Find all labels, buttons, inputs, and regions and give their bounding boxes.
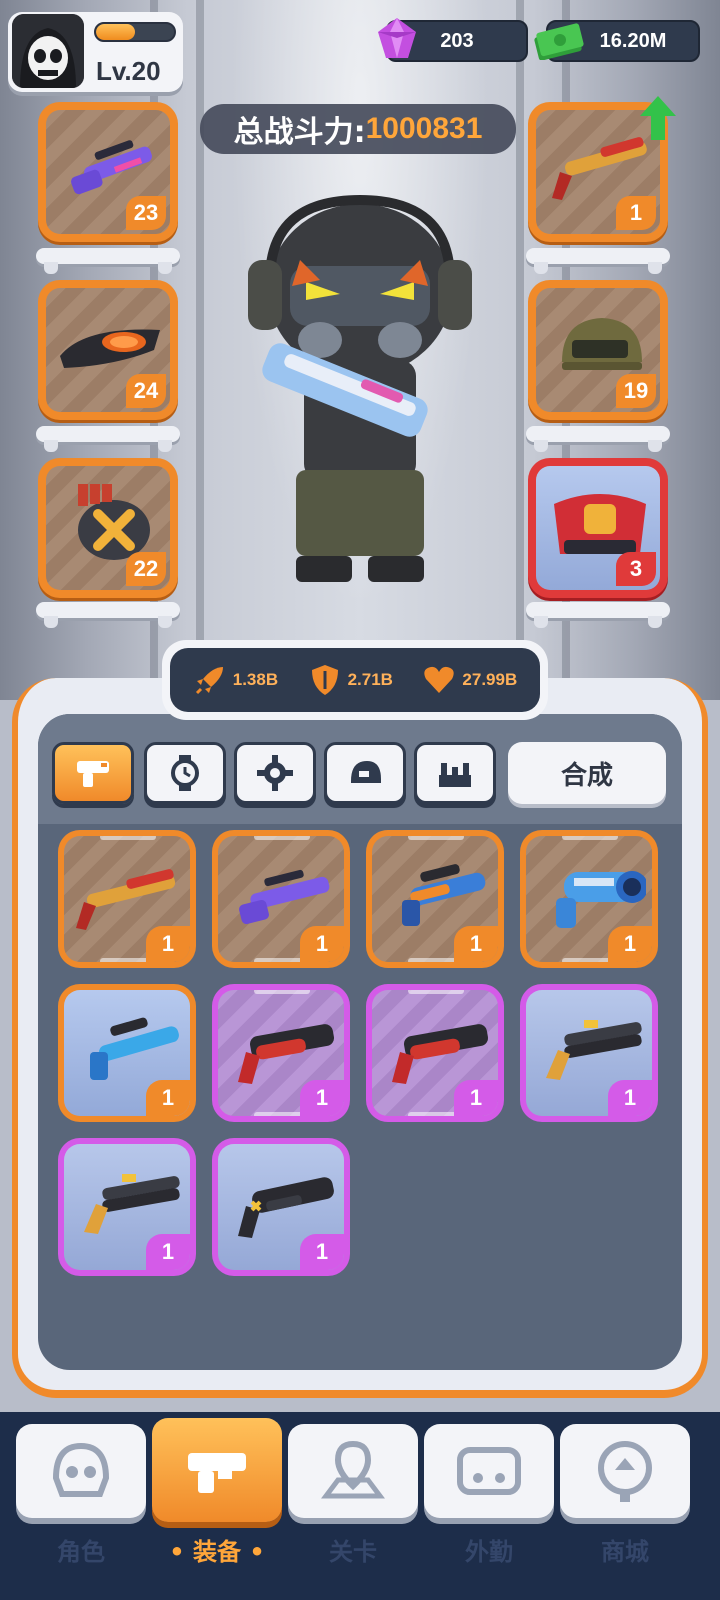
shield-icon	[311, 665, 338, 695]
item-count: 1	[300, 926, 344, 962]
equipped-slot-ammo[interactable]: 22	[38, 458, 178, 598]
armor-icon	[439, 763, 471, 787]
nav-label-field: 外勤	[465, 1538, 513, 1566]
equipped-count: 3	[616, 552, 656, 586]
controller-icon	[457, 1447, 521, 1495]
tab-watch[interactable]	[144, 742, 226, 804]
health-stat: 27.99B	[422, 663, 517, 697]
gold-double-barrel-icon	[84, 1174, 180, 1234]
player-badge[interactable]: Lv.20	[8, 12, 183, 92]
power-label: 总战斗力:	[233, 115, 366, 150]
orange-blaster-icon	[402, 864, 486, 926]
merge-button[interactable]: 合成	[508, 742, 666, 804]
item-count: 1	[146, 1080, 190, 1116]
item-count: 1	[608, 1080, 652, 1116]
gun-icon	[77, 761, 109, 787]
character-model	[248, 194, 472, 582]
total-power: 总战斗力: 1000831	[200, 104, 516, 154]
equipped-count: 19	[616, 374, 656, 408]
equipped-count: 1	[616, 196, 656, 230]
map-pin-icon	[321, 1440, 385, 1499]
helmet-icon	[351, 761, 381, 783]
defense-stat: 2.71B	[308, 663, 393, 697]
purple-rifle-icon	[239, 869, 330, 925]
gold-double-barrel-icon	[546, 1020, 642, 1080]
item-count: 1	[454, 1080, 498, 1116]
shelf	[526, 248, 670, 274]
gun-icon	[188, 1453, 246, 1493]
item-count: 1	[608, 926, 652, 962]
inventory-item[interactable]: 1	[212, 984, 350, 1122]
inventory-panel: 合成 1 1 1 1 1 1 1 1 1 1	[12, 678, 708, 1398]
equipped-slot-goggles[interactable]: 24	[38, 280, 178, 420]
tab-gear[interactable]	[234, 742, 316, 804]
red-shotgun-icon	[392, 1024, 489, 1084]
shelf	[36, 426, 180, 452]
nav-label-stages: 关卡	[329, 1538, 377, 1566]
black-shotgun-icon	[238, 1177, 334, 1238]
upgrade-arrow-icon	[640, 96, 676, 140]
red-shotgun-icon	[238, 1024, 335, 1084]
nav-label-shop: 商城	[601, 1538, 649, 1566]
rocket-icon	[195, 667, 223, 695]
gear-icon	[257, 755, 293, 791]
skull-icon	[52, 1442, 110, 1497]
tab-helmet[interactable]	[324, 742, 406, 804]
inventory-item[interactable]: 1	[58, 830, 196, 968]
gem-icon	[378, 18, 416, 58]
nav-label-character: 角色	[57, 1538, 105, 1566]
avatar[interactable]	[12, 14, 84, 88]
equipped-count: 23	[126, 196, 166, 230]
inventory-item[interactable]: 1	[212, 830, 350, 968]
attack-value: 1.38B	[232, 670, 279, 689]
inventory-item[interactable]: 1	[212, 1138, 350, 1276]
shelf	[526, 602, 670, 628]
equipped-count: 22	[126, 552, 166, 586]
tab-armor[interactable]	[414, 742, 496, 804]
inventory-item[interactable]: 1	[58, 984, 196, 1122]
nav-stages[interactable]	[288, 1424, 418, 1518]
equipped-count: 24	[126, 374, 166, 408]
health-value: 27.99B	[462, 670, 518, 689]
heart-icon	[424, 666, 455, 693]
bottom-nav: 角色 • 装备 • 关卡 外勤 商城	[0, 1412, 720, 1600]
item-count: 1	[454, 926, 498, 962]
item-count: 1	[300, 1234, 344, 1270]
inventory-item[interactable]: 1	[520, 830, 658, 968]
equipped-slot-weapon[interactable]: 23	[38, 102, 178, 242]
nav-equipment[interactable]	[152, 1418, 282, 1522]
defense-value: 2.71B	[347, 670, 393, 689]
equipped-slot-armor[interactable]: 3	[528, 458, 668, 598]
equipped-slot-helmet[interactable]: 19	[528, 280, 668, 420]
inventory-item[interactable]: 1	[520, 984, 658, 1122]
stats-bar: 1.38B 2.71B 27.99B	[162, 640, 548, 720]
item-count: 1	[146, 926, 190, 962]
item-count: 1	[146, 1234, 190, 1270]
shop-icon	[598, 1441, 652, 1502]
blue-blaster-icon	[90, 1017, 179, 1080]
nav-shop[interactable]	[560, 1424, 690, 1518]
inventory-item[interactable]: 1	[58, 1138, 196, 1276]
nav-field[interactable]	[424, 1424, 554, 1518]
shelf	[526, 426, 670, 452]
shelf	[36, 248, 180, 274]
attack-stat: 1.38B	[193, 663, 278, 697]
cash-icon	[534, 23, 584, 60]
item-count: 1	[300, 1080, 344, 1116]
nav-label-equipment: • 装备 •	[169, 1538, 265, 1566]
inventory-item[interactable]: 1	[366, 830, 504, 968]
cash-counter[interactable]: 16.20M	[534, 20, 700, 62]
power-value: 1000831	[365, 112, 483, 145]
player-level: Lv.20	[96, 56, 161, 86]
inventory-item[interactable]: 1	[366, 984, 504, 1122]
gem-counter[interactable]: 203	[378, 18, 528, 62]
shelf	[36, 602, 180, 628]
blue-cannon-icon	[556, 871, 646, 928]
xp-bar	[94, 22, 176, 42]
category-tabs: 合成	[38, 714, 682, 824]
watch-icon	[171, 755, 199, 791]
red-shotgun-icon	[76, 869, 176, 930]
tab-weapon[interactable]	[52, 742, 134, 804]
nav-character[interactable]	[16, 1424, 146, 1518]
